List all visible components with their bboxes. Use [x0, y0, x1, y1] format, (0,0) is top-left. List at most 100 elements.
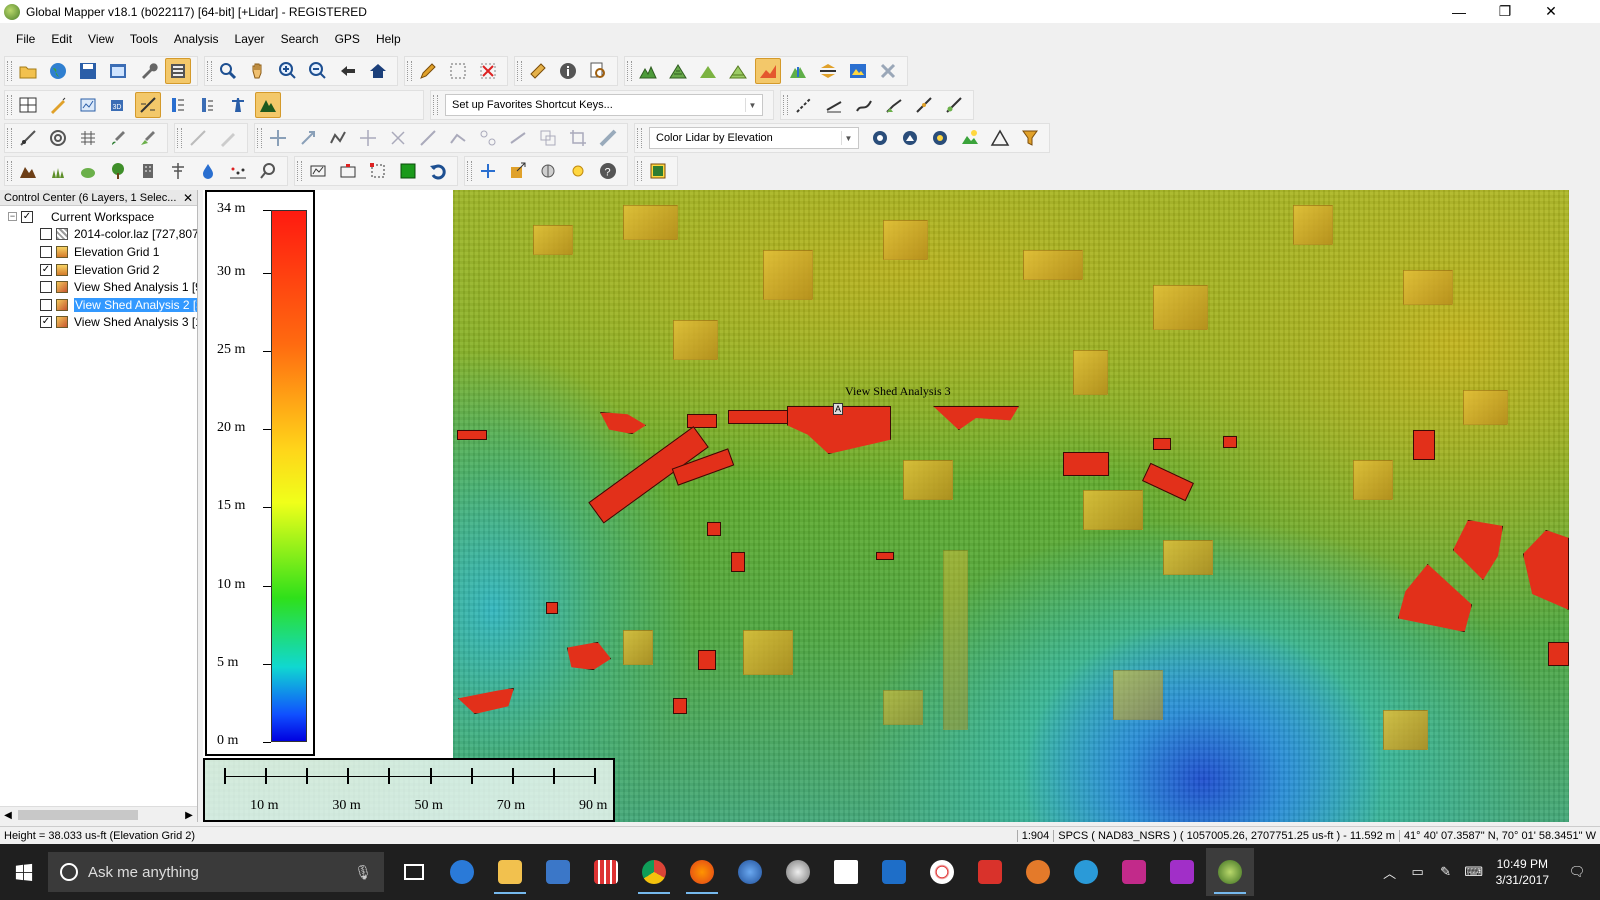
chrome-icon[interactable] [630, 848, 678, 896]
watershed-icon[interactable] [785, 58, 811, 84]
smooth-line-icon[interactable] [505, 125, 531, 151]
rotate-icon[interactable] [385, 125, 411, 151]
path-profile-icon[interactable] [135, 92, 161, 118]
line-vertex-icon[interactable] [911, 92, 937, 118]
microphone-icon[interactable]: 🎙 [354, 864, 372, 881]
create-line-icon[interactable] [15, 125, 41, 151]
layers-app-icon[interactable] [1110, 848, 1158, 896]
line-area-icon[interactable] [881, 92, 907, 118]
grid-create-icon[interactable] [75, 125, 101, 151]
export-icon[interactable] [505, 158, 531, 184]
minimize-button[interactable]: — [1436, 0, 1482, 23]
zoom-tool-icon[interactable] [215, 58, 241, 84]
viewshed-tool-icon[interactable] [755, 58, 781, 84]
layer-checkbox[interactable] [40, 245, 52, 258]
scroll-right-icon[interactable]: ▶ [181, 807, 197, 823]
line-smooth-icon[interactable] [851, 92, 877, 118]
copy-feature-icon[interactable] [535, 125, 561, 151]
globe-icon[interactable] [45, 58, 71, 84]
move-icon[interactable] [265, 125, 291, 151]
line-draw-icon[interactable] [791, 92, 817, 118]
menu-file[interactable]: File [8, 30, 43, 48]
compass-app-icon[interactable] [918, 848, 966, 896]
store-icon[interactable] [822, 848, 870, 896]
keyboard-icon[interactable]: ⌨ [1463, 861, 1485, 883]
menu-gps[interactable]: GPS [327, 30, 368, 48]
close-button[interactable]: ✕ [1528, 0, 1574, 23]
wrench-icon[interactable] [135, 58, 161, 84]
layer-checkbox[interactable] [40, 228, 52, 241]
control-center-icon[interactable] [165, 58, 191, 84]
qt-app-icon[interactable] [1158, 848, 1206, 896]
delete-icon[interactable] [475, 58, 501, 84]
scale-icon[interactable] [295, 125, 321, 151]
layer-row[interactable]: Elevation Grid 1 [0, 243, 197, 261]
info-icon[interactable] [555, 58, 581, 84]
layer-row-selected[interactable]: View Shed Analysis 2 [3 [0, 296, 197, 314]
lidar-terrain-icon[interactable] [957, 125, 983, 151]
triangle-warning-icon[interactable] [987, 125, 1013, 151]
collapse-icon[interactable]: − [8, 212, 17, 222]
search-map-icon[interactable] [585, 58, 611, 84]
map-doc-icon[interactable] [645, 158, 671, 184]
range-ring-icon[interactable] [45, 125, 71, 151]
slope-icon[interactable] [725, 58, 751, 84]
grass-class-icon[interactable] [45, 158, 71, 184]
pan-hand-icon[interactable] [245, 58, 271, 84]
scroll-left-icon[interactable]: ◀ [0, 807, 16, 823]
edit-feature-icon[interactable] [185, 125, 211, 151]
global-mapper-taskbar-icon[interactable] [1206, 848, 1254, 896]
brush-icon[interactable] [105, 125, 131, 151]
ruler-icon[interactable] [595, 125, 621, 151]
firefox-icon[interactable] [678, 848, 726, 896]
back-arrow-icon[interactable] [335, 58, 361, 84]
building-class-icon[interactable] [135, 158, 161, 184]
windows-start-icon[interactable] [0, 852, 48, 892]
profile-icon[interactable] [75, 92, 101, 118]
help-icon[interactable]: ? [595, 158, 621, 184]
favorites-shortcut-dropdown[interactable]: Set up Favorites Shortcut Keys... ▼ [445, 94, 763, 116]
scroll-thumb[interactable] [18, 810, 138, 820]
cross-section-icon[interactable] [335, 158, 361, 184]
layer-checkbox[interactable]: ✓ [40, 316, 52, 329]
pdf-app-icon[interactable] [966, 848, 1014, 896]
outlook-icon[interactable] [534, 848, 582, 896]
lidar-classify-icon[interactable] [897, 125, 923, 151]
layer-row[interactable]: 2014-color.laz [727,807 [0, 226, 197, 244]
green-square-icon[interactable] [395, 158, 421, 184]
open-folder-icon[interactable] [15, 58, 41, 84]
lidar-filter-icon[interactable] [867, 125, 893, 151]
menu-search[interactable]: Search [273, 30, 327, 48]
internet-explorer-icon[interactable] [1062, 848, 1110, 896]
menu-layer[interactable]: Layer [227, 30, 273, 48]
maximize-button[interactable]: ❐ [1482, 0, 1528, 23]
edge-browser-icon[interactable] [438, 848, 486, 896]
paint-area-icon[interactable] [135, 125, 161, 151]
terrain-icon[interactable] [635, 58, 661, 84]
undo-icon[interactable] [425, 158, 451, 184]
transmitter-icon[interactable]: A [833, 403, 843, 415]
chevron-down-icon[interactable]: ▼ [745, 98, 759, 112]
sphere-app-icon[interactable] [774, 848, 822, 896]
task-view-icon[interactable] [390, 848, 438, 896]
pencil-icon[interactable] [415, 58, 441, 84]
layer-row[interactable]: ✓ View Shed Analysis 3 [1 [0, 314, 197, 332]
mountain-icon[interactable] [255, 92, 281, 118]
menu-analysis[interactable]: Analysis [166, 30, 227, 48]
workspace-node[interactable]: − ✓ Current Workspace [0, 208, 197, 226]
noise-class-icon[interactable] [225, 158, 251, 184]
lidar-search-icon[interactable] [255, 158, 281, 184]
line-edit-icon[interactable] [821, 92, 847, 118]
layer-row[interactable]: View Shed Analysis 1 [9 [0, 278, 197, 296]
layer-checkbox[interactable] [40, 298, 52, 311]
menu-view[interactable]: View [80, 30, 122, 48]
zoom-out-icon[interactable] [305, 58, 331, 84]
map-layout-icon[interactable] [845, 58, 871, 84]
split-line-icon[interactable] [415, 125, 441, 151]
water-class-icon[interactable] [195, 158, 221, 184]
chevron-down-icon[interactable]: ▼ [841, 131, 855, 145]
split-view-icon[interactable] [15, 92, 41, 118]
cortana-search-box[interactable]: Ask me anything 🎙 [48, 852, 384, 892]
pycharm-icon[interactable] [870, 848, 918, 896]
powerline-class-icon[interactable] [165, 158, 191, 184]
